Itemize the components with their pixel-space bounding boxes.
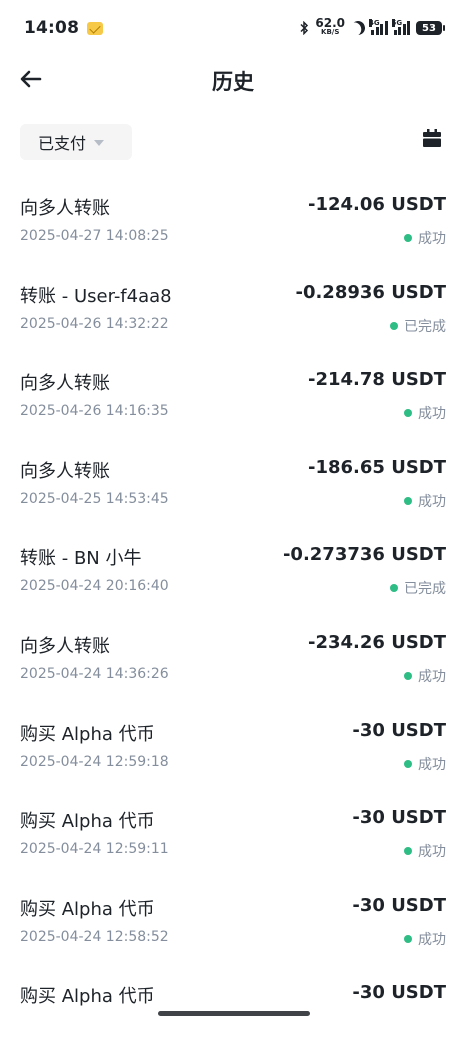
- transaction-amount: -0.273736 USDT: [282, 544, 446, 566]
- transaction-amount: -186.65 USDT: [308, 456, 446, 478]
- signal-4g-icon: 4G: [369, 19, 388, 35]
- transaction-amount: -30 USDT: [352, 894, 446, 916]
- transaction-amount: -0.28936 USDT: [295, 281, 446, 303]
- transaction-title: 购买 Alpha 代币: [20, 811, 155, 833]
- transaction-row[interactable]: 转账 - User-f4aa8 -0.28936 USDT 2025-04-26…: [0, 270, 466, 358]
- transaction-status-label: 成功: [418, 406, 446, 423]
- transaction-time: 2025-04-24 12:59:18: [20, 753, 169, 770]
- message-notification-icon: [87, 21, 104, 35]
- transaction-row[interactable]: 向多人转账 -186.65 USDT 2025-04-25 14:53:45 成…: [0, 445, 466, 533]
- transaction-status: 成功: [404, 754, 446, 774]
- transaction-status-label: 已完成: [404, 581, 446, 598]
- transaction-status: 成功: [404, 491, 446, 511]
- transaction-status-label: 已完成: [404, 318, 446, 335]
- bluetooth-icon: [300, 21, 309, 35]
- signal-5g-icon: 5G: [391, 19, 410, 35]
- transaction-status-label: 成功: [418, 668, 446, 685]
- network-speed: 62.0 KB/S: [315, 16, 345, 37]
- transaction-amount: -30 USDT: [352, 719, 446, 741]
- page-header: 历史: [0, 56, 466, 106]
- status-dot-icon: [404, 234, 412, 242]
- transaction-status-label: 成功: [418, 231, 446, 247]
- transaction-status-label: 成功: [418, 756, 446, 773]
- transaction-list: 向多人转账 -124.06 USDT 2025-04-27 14:08:25 成…: [0, 182, 466, 1058]
- transaction-row[interactable]: 购买 Alpha 代币 -30 USDT 2025-04-24 12:59:18…: [0, 708, 466, 796]
- transaction-title: 购买 Alpha 代币: [20, 723, 155, 745]
- do-not-disturb-icon: [349, 19, 367, 37]
- transaction-title: 向多人转账: [20, 198, 110, 219]
- transaction-time: 2025-04-27 14:08:25: [20, 228, 169, 244]
- transaction-status: 成功: [404, 403, 446, 423]
- transaction-status: 成功: [404, 841, 446, 861]
- transaction-row[interactable]: 向多人转账 -124.06 USDT 2025-04-27 14:08:25 成…: [0, 182, 466, 270]
- transaction-row[interactable]: 向多人转账 -214.78 USDT 2025-04-26 14:16:35 成…: [0, 357, 466, 445]
- clock: 14:08: [24, 18, 80, 38]
- transaction-time: 2025-04-26 14:16:35: [20, 403, 169, 420]
- transaction-row[interactable]: 转账 - BN 小牛 -0.273736 USDT 2025-04-24 20:…: [0, 532, 466, 620]
- transaction-status: 成功: [404, 929, 446, 949]
- network-speed-unit: KB/S: [321, 28, 340, 36]
- transaction-time: 2025-04-24 20:16:40: [20, 578, 169, 595]
- calendar-icon: [423, 129, 441, 147]
- transaction-time: 2025-04-26 14:32:22: [20, 315, 169, 332]
- transaction-status-label: 成功: [418, 931, 446, 948]
- transaction-amount: -234.26 USDT: [308, 631, 446, 653]
- status-dot-icon: [404, 671, 412, 680]
- status-dot-icon: [404, 496, 412, 505]
- status-dot-icon: [390, 321, 398, 330]
- transaction-time: 2025-04-24 12:59:11: [20, 841, 169, 858]
- transaction-status: 已完成: [390, 316, 446, 336]
- transaction-amount: -214.78 USDT: [308, 369, 446, 391]
- transaction-amount: -124.06 USDT: [308, 194, 446, 215]
- transaction-amount: -30 USDT: [352, 807, 446, 829]
- filter-row: 已支付: [0, 120, 466, 164]
- transaction-title: 向多人转账: [20, 635, 110, 657]
- transaction-title: 购买 Alpha 代币: [20, 986, 155, 1008]
- transaction-title: 购买 Alpha 代币: [20, 898, 155, 920]
- transaction-title: 向多人转账: [20, 460, 110, 482]
- transaction-time: 2025-04-25 14:53:45: [20, 490, 169, 507]
- status-dot-icon: [404, 847, 412, 856]
- transaction-time: 2025-04-24 14:36:26: [20, 665, 169, 682]
- status-filter-label: 已支付: [38, 134, 87, 153]
- transaction-title: 向多人转账: [20, 373, 110, 395]
- transaction-time: 2025-04-24 12:58:52: [20, 928, 169, 945]
- status-dot-icon: [404, 409, 412, 418]
- transaction-status: 成功: [404, 666, 446, 686]
- signal-4g-label: 4G: [369, 19, 380, 27]
- status-bar: 14:08 62.0 KB/S 4G 5G 53: [0, 0, 466, 56]
- status-dot-icon: [390, 584, 398, 593]
- transaction-row[interactable]: 购买 Alpha 代币 -30 USDT 2025-04-24 12:58:52…: [0, 883, 466, 971]
- transaction-title: 转账 - BN 小牛: [20, 548, 142, 570]
- page-title: 历史: [212, 70, 254, 94]
- status-filter-dropdown[interactable]: 已支付: [20, 124, 132, 160]
- transaction-row[interactable]: 购买 Alpha 代币 -30 USDT 2025-04-24 12:59:11…: [0, 795, 466, 883]
- status-right: 62.0 KB/S 4G 5G 53: [299, 16, 445, 37]
- transaction-title: 转账 - User-f4aa8: [20, 285, 172, 307]
- transaction-amount: -30 USDT: [352, 982, 446, 1004]
- transaction-status-label: 成功: [418, 844, 446, 861]
- battery-level: 53: [422, 22, 436, 34]
- transaction-status-label: 成功: [418, 493, 446, 510]
- network-speed-value: 62.0: [315, 16, 345, 30]
- home-indicator[interactable]: [158, 1011, 310, 1016]
- battery-icon: 53: [416, 21, 445, 35]
- status-dot-icon: [404, 759, 412, 768]
- transaction-row[interactable]: 向多人转账 -234.26 USDT 2025-04-24 14:36:26 成…: [0, 620, 466, 708]
- transaction-status: 已完成: [390, 578, 446, 598]
- signal-5g-label: 5G: [391, 19, 403, 27]
- transaction-status: 成功: [404, 228, 446, 248]
- calendar-button[interactable]: [422, 128, 444, 150]
- status-dot-icon: [404, 934, 412, 943]
- status-left: 14:08: [24, 18, 104, 38]
- chevron-down-icon: [94, 140, 105, 146]
